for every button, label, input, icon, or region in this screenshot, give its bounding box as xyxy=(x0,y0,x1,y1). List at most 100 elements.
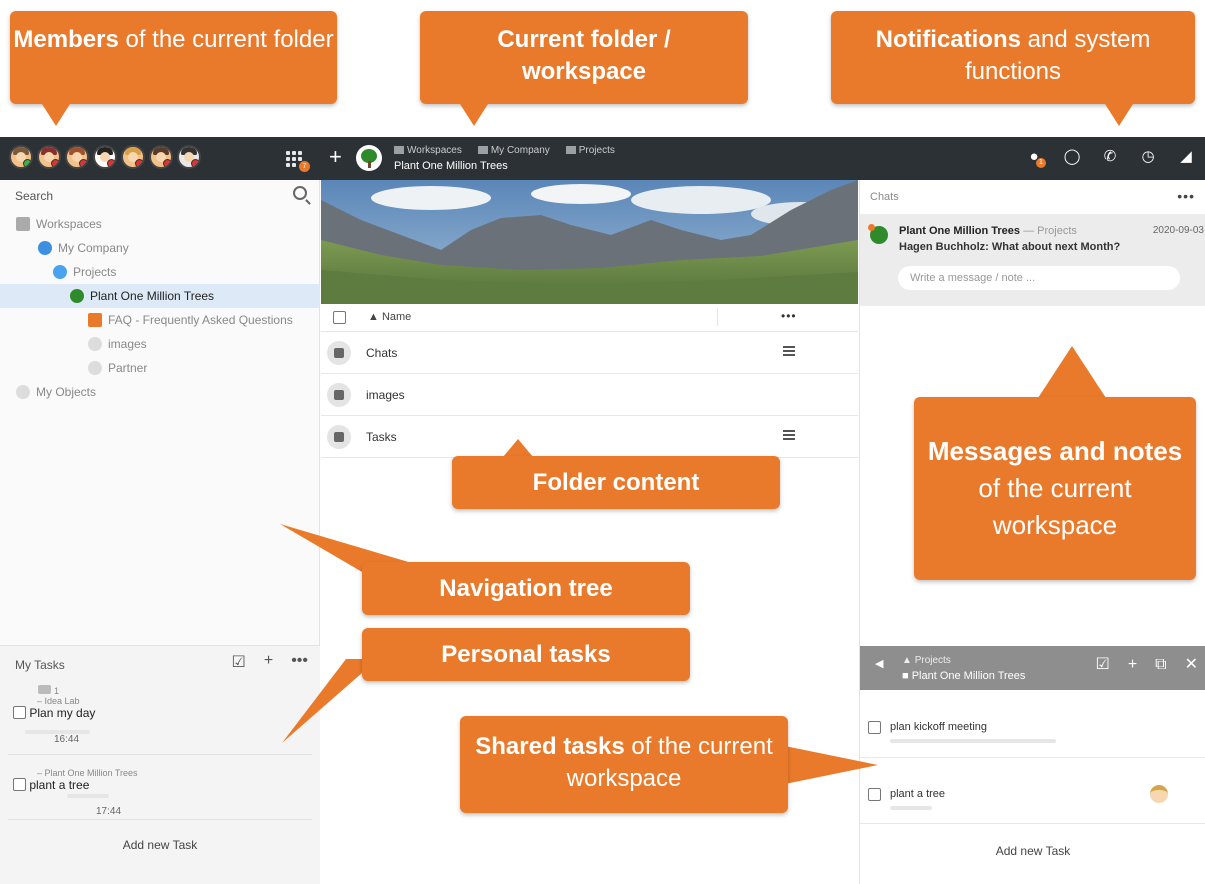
tree-item-label: My Company xyxy=(58,241,129,255)
breadcrumb-my-company[interactable]: My Company xyxy=(477,145,550,156)
select-all-checkbox[interactable] xyxy=(333,311,346,324)
sort-name-button[interactable]: ▲ Name xyxy=(368,311,411,323)
tree-item-my-objects[interactable]: My Objects xyxy=(16,381,96,403)
more-icon[interactable]: ••• xyxy=(781,309,797,323)
tree-item-partner[interactable]: Partner xyxy=(88,357,147,379)
breadcrumb-label: Workspaces xyxy=(407,145,462,156)
list-header: ▲ Name ••• xyxy=(321,304,858,332)
breadcrumb: Workspaces My Company Projects xyxy=(394,145,615,156)
task-checkbox[interactable] xyxy=(13,778,26,791)
folder-icon xyxy=(88,337,102,351)
callout-members: Members of the current folder xyxy=(10,11,337,104)
breadcrumb-label: My Company xyxy=(490,145,550,156)
member-avatar[interactable] xyxy=(149,145,173,169)
callout-shared-tasks: Shared tasks of the current workspace xyxy=(460,716,788,813)
callout-navigation: Navigation tree xyxy=(362,562,690,615)
workspace-tree-icon[interactable] xyxy=(356,145,382,171)
folder-icon xyxy=(16,385,30,399)
breadcrumb-projects[interactable]: Projects xyxy=(565,145,615,156)
parent-label: Projects xyxy=(914,655,951,666)
phone-icon[interactable]: ✆ xyxy=(1101,148,1119,166)
add-icon[interactable]: + xyxy=(1128,656,1137,674)
bell-icon[interactable]: ● 1 xyxy=(1025,148,1046,168)
task-item[interactable]: 1 – Idea Lab Plan my day 16:44 xyxy=(13,685,95,745)
tasks-icon xyxy=(327,425,351,449)
progress-bar xyxy=(890,739,1056,743)
clock-icon[interactable]: ◷ xyxy=(1139,148,1157,166)
more-icon[interactable]: ••• xyxy=(1177,188,1195,204)
tree-item-faq[interactable]: FAQ - Frequently Asked Questions xyxy=(88,309,293,331)
assignee-avatar[interactable] xyxy=(1150,785,1168,803)
search-icon[interactable] xyxy=(293,186,307,200)
top-bar: 7 + Workspaces My Company Projects Plant… xyxy=(0,137,1205,180)
task-checkbox[interactable] xyxy=(13,706,26,719)
tree-item-images[interactable]: images xyxy=(88,333,147,355)
member-avatar[interactable] xyxy=(9,145,33,169)
callout-bold: Current folder / workspace xyxy=(497,26,671,85)
shared-task-item[interactable]: plan kickoff meeting xyxy=(860,692,1205,758)
chats-title: Chats xyxy=(870,191,899,203)
workspace-title: Plant One Million Trees xyxy=(394,160,508,172)
member-avatar[interactable] xyxy=(65,145,89,169)
list-item[interactable]: Tasks xyxy=(321,416,858,458)
tree-item-workspaces[interactable]: Workspaces xyxy=(16,213,102,235)
new-task-icon[interactable]: ☑ xyxy=(232,652,246,672)
tree-item-label: Partner xyxy=(108,361,148,375)
list-menu-icon[interactable] xyxy=(783,430,795,440)
task-time: 17:44 xyxy=(96,806,122,817)
list-menu-icon[interactable] xyxy=(783,346,795,356)
member-avatar[interactable] xyxy=(93,145,117,169)
tree-icon xyxy=(70,289,84,303)
close-icon[interactable]: ✕ xyxy=(1185,656,1198,674)
chat-date: 2020-09-03 xyxy=(1152,225,1204,236)
left-panel: Search Workspaces My Company Projects Pl… xyxy=(0,180,320,884)
member-avatar[interactable] xyxy=(37,145,61,169)
logo-icon[interactable]: ◢ xyxy=(1177,148,1195,166)
callout-current-folder: Current folder / workspace xyxy=(420,11,748,104)
tree-item-plant-one-million-trees[interactable]: Plant One Million Trees xyxy=(70,285,214,307)
add-new-task-button[interactable]: Add new Task xyxy=(0,838,320,852)
apps-grid-icon[interactable]: 7 xyxy=(286,149,310,172)
parent-breadcrumb[interactable]: ▲ Projects xyxy=(902,655,951,666)
back-icon[interactable]: ◀ xyxy=(875,657,883,670)
message-input[interactable]: Write a message / note ... xyxy=(898,266,1180,290)
open-external-icon[interactable]: ⧉ xyxy=(1155,656,1166,674)
task-title: plant a tree xyxy=(29,778,90,792)
share-icon[interactable]: ◯ xyxy=(1063,148,1081,166)
search-label: Search xyxy=(15,189,54,203)
item-label: Tasks xyxy=(366,430,397,444)
breadcrumb-label: Projects xyxy=(578,145,615,156)
tree-item-projects[interactable]: Projects xyxy=(53,261,116,283)
task-checkbox[interactable] xyxy=(868,721,881,734)
workspace-banner xyxy=(321,180,858,304)
add-icon[interactable]: + xyxy=(329,146,342,168)
chat-card[interactable]: Plant One Million Trees — Projects 2020-… xyxy=(860,214,1205,306)
search-row[interactable]: Search xyxy=(0,180,320,210)
callout-tail xyxy=(780,745,878,785)
apps-badge: 7 xyxy=(299,161,310,172)
task-time: 16:44 xyxy=(54,734,80,745)
divider xyxy=(8,754,312,755)
member-avatar[interactable] xyxy=(121,145,145,169)
list-item[interactable]: images xyxy=(321,374,858,416)
progress-bar xyxy=(67,794,109,798)
new-task-icon[interactable]: ☑ xyxy=(1095,656,1109,674)
column-name-label: Name xyxy=(381,311,412,323)
list-item[interactable]: Chats xyxy=(321,332,858,374)
member-avatar[interactable] xyxy=(177,145,201,169)
callout-tail xyxy=(1105,104,1133,126)
folder-icon xyxy=(88,361,102,375)
callout-notifications: Notifications and system functions xyxy=(831,11,1195,104)
task-title: Plan my day xyxy=(29,706,96,720)
callout-bold: Folder content xyxy=(532,469,700,496)
my-tasks-title: My Tasks xyxy=(15,658,65,672)
task-item[interactable]: – Plant One Million Trees plant a tree 1… xyxy=(13,768,138,817)
tree-item-my-company[interactable]: My Company xyxy=(38,237,129,259)
callout-messages: Messages and notes of the current worksp… xyxy=(914,397,1196,580)
tree-item-label: My Objects xyxy=(36,385,97,399)
add-new-task-button[interactable]: Add new Task xyxy=(860,844,1205,858)
shared-task-item[interactable]: plant a tree xyxy=(860,758,1205,824)
chat-title: Plant One Million Trees xyxy=(899,225,1021,237)
add-icon[interactable]: + xyxy=(264,652,273,672)
breadcrumb-workspaces[interactable]: Workspaces xyxy=(394,145,462,156)
